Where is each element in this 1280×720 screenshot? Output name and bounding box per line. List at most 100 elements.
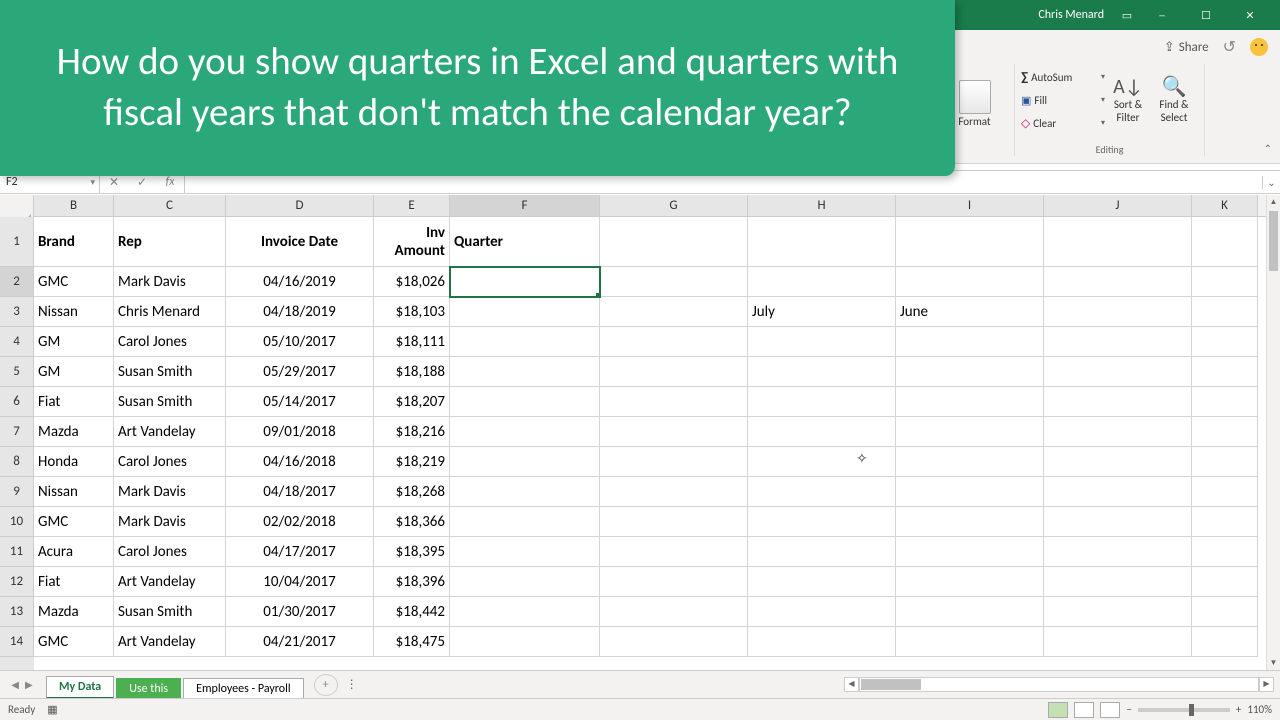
cell[interactable] bbox=[1192, 447, 1258, 477]
page-break-view-button[interactable] bbox=[1100, 702, 1120, 718]
cell-amount[interactable]: $18,366 bbox=[374, 507, 450, 537]
zoom-slider[interactable] bbox=[1138, 708, 1230, 712]
sheet-tab-employees---payroll[interactable]: Employees - Payroll bbox=[183, 678, 304, 699]
cell-quarter[interactable] bbox=[450, 597, 600, 627]
zoom-out-button[interactable]: − bbox=[1126, 703, 1131, 716]
cell[interactable] bbox=[748, 447, 896, 477]
cell[interactable] bbox=[600, 267, 748, 297]
cell-amount[interactable]: $18,216 bbox=[374, 417, 450, 447]
sheet-nav-arrows[interactable]: ◀▶ bbox=[0, 678, 44, 691]
cell-date[interactable]: 05/14/2017 bbox=[226, 387, 374, 417]
format-label[interactable]: Format bbox=[958, 115, 990, 128]
cell-brand[interactable]: Mazda bbox=[34, 417, 114, 447]
history-icon[interactable]: ↺ bbox=[1223, 37, 1236, 57]
cell-date[interactable]: 01/30/2017 bbox=[226, 597, 374, 627]
close-button[interactable]: ✕ bbox=[1228, 0, 1272, 30]
cell[interactable] bbox=[748, 417, 896, 447]
cell[interactable] bbox=[896, 537, 1044, 567]
cell[interactable] bbox=[1044, 417, 1192, 447]
cell-brand[interactable]: Nissan bbox=[34, 297, 114, 327]
row-header-8[interactable]: 8 bbox=[0, 447, 34, 477]
cell-amount[interactable]: $18,207 bbox=[374, 387, 450, 417]
scroll-down-icon[interactable]: ▼ bbox=[1267, 656, 1280, 670]
cell-date[interactable]: 05/10/2017 bbox=[226, 327, 374, 357]
cell[interactable] bbox=[748, 507, 896, 537]
row-header-9[interactable]: 9 bbox=[0, 477, 34, 507]
cell[interactable] bbox=[748, 477, 896, 507]
row-header-13[interactable]: 13 bbox=[0, 597, 34, 627]
cell[interactable] bbox=[896, 447, 1044, 477]
column-header-B[interactable]: B bbox=[34, 195, 114, 216]
header-invoice-date[interactable]: Invoice Date bbox=[226, 217, 374, 267]
cell-brand[interactable]: Fiat bbox=[34, 387, 114, 417]
row-header-1[interactable]: 1 bbox=[0, 217, 34, 267]
cell-brand[interactable]: GM bbox=[34, 357, 114, 387]
fill-button[interactable]: ▣Fill▾ bbox=[1021, 89, 1105, 111]
horizontal-scrollbar[interactable]: ◀ ▶ bbox=[844, 677, 1274, 693]
scroll-thumb[interactable] bbox=[1269, 211, 1278, 271]
cell-amount[interactable]: $18,475 bbox=[374, 627, 450, 657]
cell-date[interactable]: 09/01/2018 bbox=[226, 417, 374, 447]
cell[interactable] bbox=[896, 477, 1044, 507]
normal-view-button[interactable] bbox=[1048, 702, 1068, 718]
cell[interactable] bbox=[1192, 357, 1258, 387]
cell-quarter[interactable] bbox=[450, 447, 600, 477]
cell[interactable] bbox=[1044, 387, 1192, 417]
format-icon[interactable] bbox=[959, 80, 991, 114]
cell-quarter[interactable] bbox=[450, 387, 600, 417]
clear-button[interactable]: ◇Clear▾ bbox=[1021, 112, 1105, 134]
cell[interactable] bbox=[1044, 597, 1192, 627]
page-layout-view-button[interactable] bbox=[1074, 702, 1094, 718]
column-header-E[interactable]: E bbox=[374, 195, 450, 216]
row-headers[interactable]: 1234567891011121314 bbox=[0, 217, 34, 670]
cell-rep[interactable]: Mark Davis bbox=[114, 477, 226, 507]
cell[interactable] bbox=[600, 447, 748, 477]
cell-amount[interactable]: $18,268 bbox=[374, 477, 450, 507]
cell-rep[interactable]: Susan Smith bbox=[114, 357, 226, 387]
cell[interactable] bbox=[1044, 327, 1192, 357]
autosum-button[interactable]: ∑AutoSum▾ bbox=[1021, 66, 1105, 88]
zoom-in-button[interactable]: + bbox=[1236, 703, 1241, 716]
row-header-6[interactable]: 6 bbox=[0, 387, 34, 417]
cell[interactable] bbox=[896, 357, 1044, 387]
column-header-H[interactable]: H bbox=[748, 195, 896, 216]
cell-amount[interactable]: $18,219 bbox=[374, 447, 450, 477]
header-rep[interactable]: Rep bbox=[114, 217, 226, 267]
cell[interactable] bbox=[600, 217, 748, 267]
row-header-14[interactable]: 14 bbox=[0, 627, 34, 657]
cell[interactable] bbox=[1192, 297, 1258, 327]
cell[interactable] bbox=[1044, 507, 1192, 537]
cell-rep[interactable]: Carol Jones bbox=[114, 447, 226, 477]
feedback-smiley-icon[interactable] bbox=[1250, 38, 1268, 56]
column-header-C[interactable]: C bbox=[114, 195, 226, 216]
tab-separator-icon[interactable]: ⋮ bbox=[346, 677, 358, 692]
cell[interactable] bbox=[600, 297, 748, 327]
sheet-tab-use-this[interactable]: Use this bbox=[116, 678, 181, 699]
scroll-left-icon[interactable]: ◀ bbox=[844, 677, 859, 692]
collapse-ribbon-icon[interactable]: ⌃ bbox=[1264, 142, 1272, 155]
add-sheet-button[interactable]: + bbox=[314, 674, 338, 696]
cell[interactable] bbox=[1044, 357, 1192, 387]
spreadsheet-grid[interactable]: BCDEFGHIJK 1234567891011121314 BrandRepI… bbox=[0, 195, 1266, 670]
cell-amount[interactable]: $18,396 bbox=[374, 567, 450, 597]
sheet-tab-my-data[interactable]: My Data bbox=[46, 676, 114, 699]
cell[interactable] bbox=[600, 357, 748, 387]
cell-quarter[interactable] bbox=[450, 567, 600, 597]
cell[interactable] bbox=[748, 357, 896, 387]
row-header-10[interactable]: 10 bbox=[0, 507, 34, 537]
row-header-4[interactable]: 4 bbox=[0, 327, 34, 357]
cell-rep[interactable]: Susan Smith bbox=[114, 387, 226, 417]
cell-date[interactable]: 04/18/2017 bbox=[226, 477, 374, 507]
cell[interactable] bbox=[1192, 477, 1258, 507]
cell[interactable]: June bbox=[896, 297, 1044, 327]
cell-brand[interactable]: GM bbox=[34, 327, 114, 357]
column-header-J[interactable]: J bbox=[1044, 195, 1192, 216]
cell[interactable] bbox=[748, 217, 896, 267]
cell-amount[interactable]: $18,442 bbox=[374, 597, 450, 627]
cell-brand[interactable]: Fiat bbox=[34, 567, 114, 597]
cell-quarter[interactable] bbox=[450, 297, 600, 327]
row-header-2[interactable]: 2 bbox=[0, 267, 34, 297]
header-inv-amount[interactable]: InvAmount bbox=[374, 217, 450, 267]
cell[interactable] bbox=[1044, 477, 1192, 507]
macro-record-icon[interactable]: ▦ bbox=[47, 703, 57, 716]
